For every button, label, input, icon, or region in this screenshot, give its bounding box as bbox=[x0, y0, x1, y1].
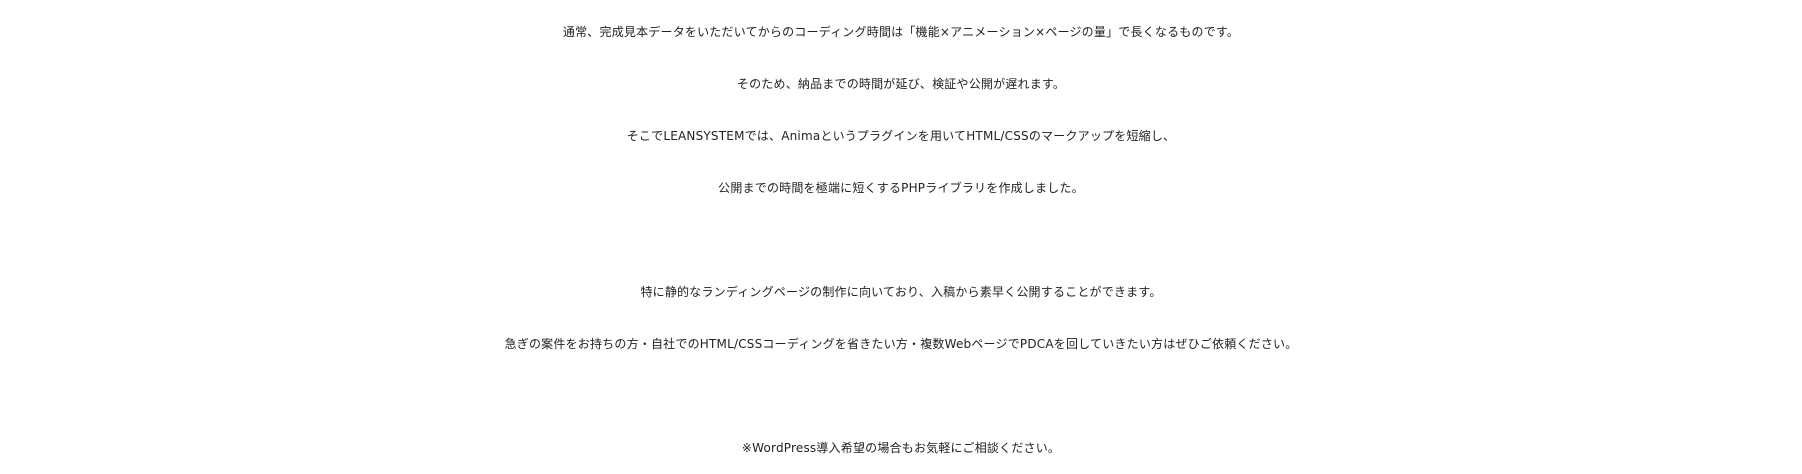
text-line: 特に静的なランディングページの制作に向いており、入稿から素早く公開することができ… bbox=[640, 285, 1162, 299]
text-line: そのため、納品までの時間が延び、検証や公開が遅れます。 bbox=[736, 77, 1066, 91]
wordpress-note: ※WordPress導入希望の場合もお気軽にご相談ください。 bbox=[741, 441, 1061, 455]
service-description: 通常、完成見本データをいただいてからのコーディング時間は「機能×アニメーション×… bbox=[0, 6, 1802, 474]
paragraph-note: ※WordPress導入希望の場合もお気軽にご相談ください。 bbox=[0, 422, 1802, 474]
paragraph-usecases: 特に静的なランディングページの制作に向いており、入稿から素早く公開することができ… bbox=[0, 266, 1802, 370]
text-line: そこでLEANSYSTEMでは、Animaというプラグインを用いてHTML/CS… bbox=[626, 129, 1176, 143]
text-line: 公開までの時間を極端に短くするPHPライブラリを作成しました。 bbox=[718, 181, 1084, 195]
text-line: 急ぎの案件をお持ちの方・自社でのHTML/CSSコーディングを省きたい方・複数W… bbox=[504, 337, 1298, 351]
text-line: 通常、完成見本データをいただいてからのコーディング時間は「機能×アニメーション×… bbox=[562, 25, 1240, 39]
paragraph-intro: 通常、完成見本データをいただいてからのコーディング時間は「機能×アニメーション×… bbox=[0, 6, 1802, 214]
